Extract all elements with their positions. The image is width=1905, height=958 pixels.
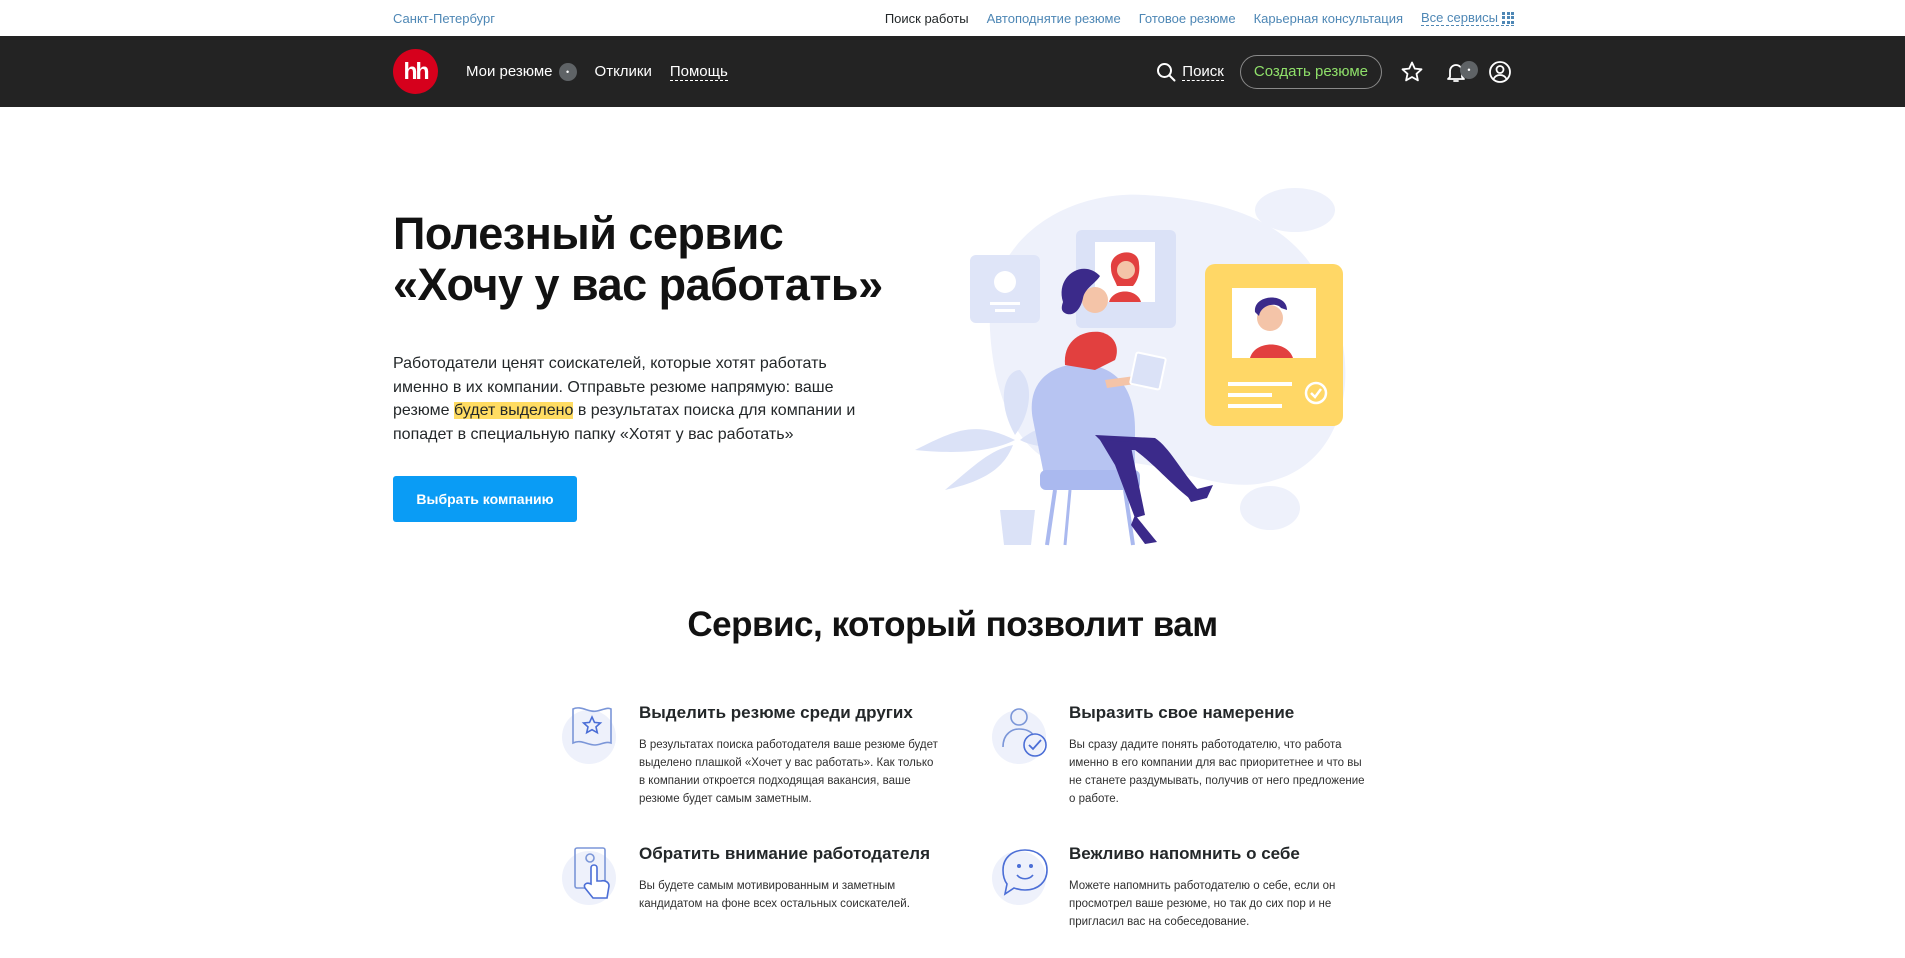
- top-link-ready-resume[interactable]: Готовое резюме: [1139, 11, 1236, 26]
- feature-text: Вы будете самым мотивированным и заметны…: [639, 880, 910, 910]
- nav-responses[interactable]: Отклики: [595, 63, 652, 80]
- nav-left: Мои резюме • Отклики Помощь: [466, 62, 728, 81]
- top-links: Поиск работы Автоподнятие резюме Готовое…: [885, 10, 1514, 26]
- nav-search[interactable]: Поиск: [1156, 62, 1224, 82]
- feature-text: Можете напомнить работодателю о себе, ес…: [1069, 880, 1336, 928]
- star-icon: [1401, 61, 1423, 81]
- all-services-link[interactable]: Все сервисы: [1421, 10, 1514, 26]
- feature-title: Обратить внимание работодателя: [639, 844, 931, 863]
- search-icon: [1157, 62, 1176, 81]
- hero-illustration: [915, 188, 1346, 546]
- all-services-label: Все сервисы: [1421, 10, 1498, 25]
- section-title: Сервис, который позволит вам: [687, 605, 1218, 644]
- notifications-badge: •: [1460, 60, 1478, 79]
- nav-my-resumes[interactable]: Мои резюме •: [466, 62, 577, 81]
- flag-star-icon: [562, 707, 616, 764]
- top-bar: Санкт-Петербург Поиск работы Автоподняти…: [0, 0, 1905, 36]
- hand-pointer-icon: [562, 847, 616, 905]
- city-link[interactable]: Санкт-Петербург: [393, 11, 495, 26]
- feature-text: Вы сразу дадите понять работодателю, что…: [1069, 739, 1365, 805]
- grid-icon: [1502, 11, 1514, 24]
- nav-right: Поиск Создать резюме •: [1156, 54, 1514, 89]
- smile-chat-icon: [992, 849, 1048, 905]
- hero-title-line-2: «Хочу у вас работать»: [393, 259, 883, 310]
- feature-title: Вежливо напомнить о себе: [1069, 844, 1300, 863]
- top-link-career-consultation[interactable]: Карьерная консультация: [1254, 11, 1403, 26]
- choose-company-button[interactable]: Выбрать компанию: [393, 476, 577, 522]
- main-navbar: hh Мои резюме • Отклики Помощь Поиск Соз…: [0, 36, 1905, 107]
- hh-logo[interactable]: hh: [393, 49, 438, 94]
- feature-title: Выделить резюме среди других: [639, 703, 913, 722]
- hero-title-line-1: Полезный сервис: [393, 208, 784, 259]
- create-resume-button[interactable]: Создать резюме: [1239, 54, 1382, 89]
- profile-button[interactable]: [1486, 58, 1514, 86]
- notifications-button[interactable]: •: [1442, 58, 1478, 86]
- my-resumes-badge: •: [558, 62, 577, 81]
- feature-title: Выразить свое намерение: [1069, 703, 1295, 722]
- nav-search-label: Поиск: [1182, 62, 1224, 81]
- user-icon: [1489, 60, 1511, 83]
- top-link-auto-raise[interactable]: Автоподнятие резюме: [987, 11, 1121, 26]
- feature-text: В результатах поиска работодателя ваше р…: [639, 739, 938, 805]
- favorites-button[interactable]: [1398, 58, 1426, 86]
- person-check-icon: [992, 708, 1047, 764]
- hero-title: Полезный сервис «Хочу у вас работать»: [393, 208, 883, 310]
- hero-text-highlight: будет выделено: [453, 402, 574, 419]
- hero-description: Работодатели ценят соискателей, которые …: [393, 352, 863, 446]
- top-link-job-search[interactable]: Поиск работы: [885, 11, 969, 26]
- nav-help[interactable]: Помощь: [669, 63, 728, 81]
- nav-my-resumes-label: Мои резюме: [466, 63, 553, 80]
